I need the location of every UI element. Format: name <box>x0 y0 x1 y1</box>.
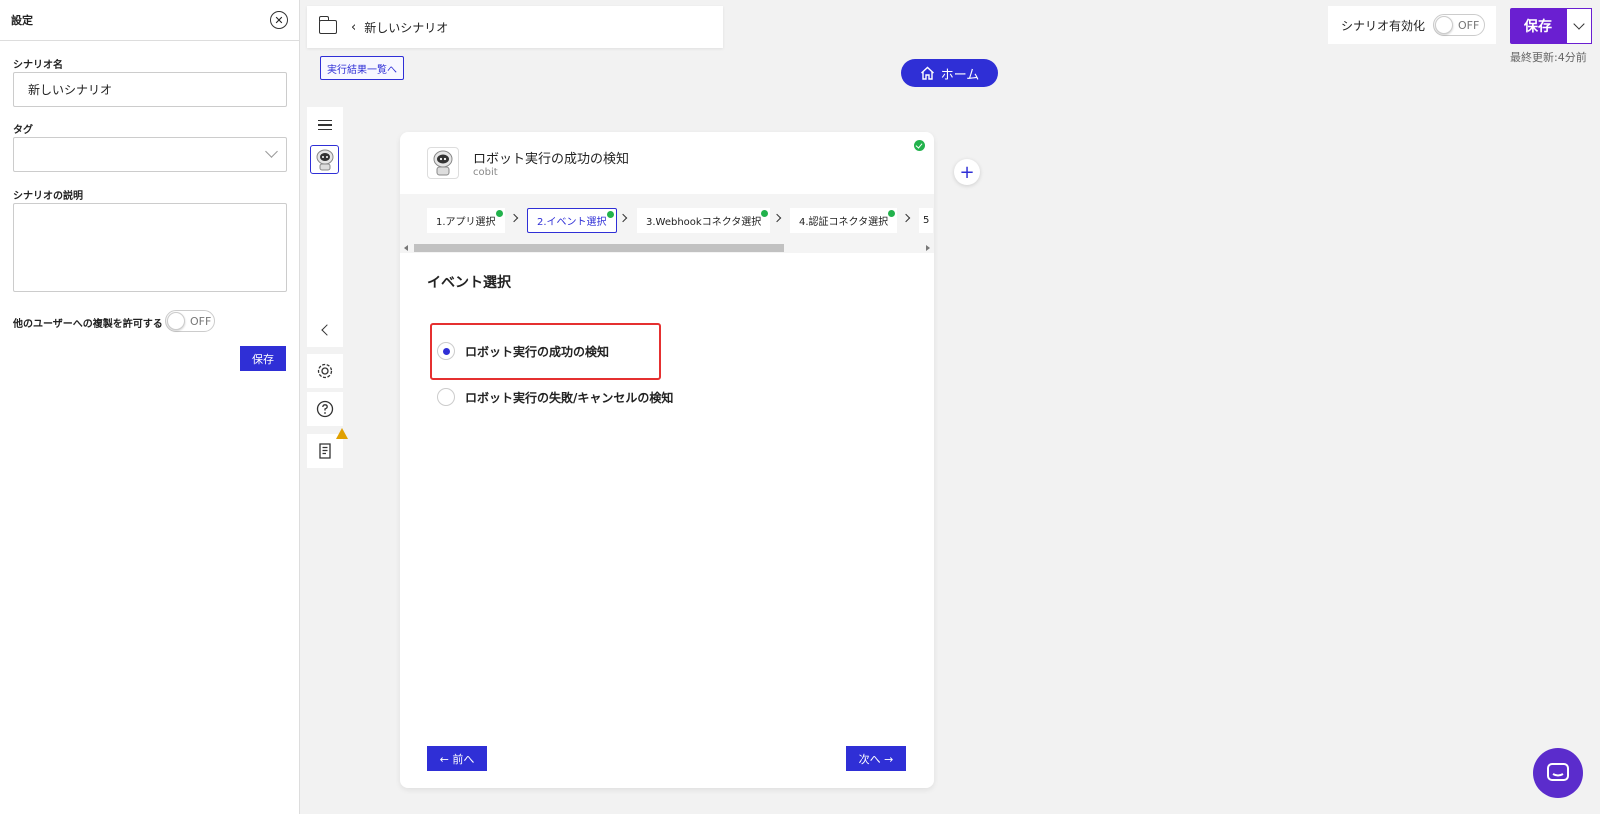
list-icon[interactable] <box>307 108 343 142</box>
toggle-knob <box>167 312 185 330</box>
toggle-state: OFF <box>190 314 212 328</box>
radio-selected[interactable] <box>437 342 455 360</box>
chevron-right-icon <box>509 213 519 223</box>
tab-step-5[interactable]: 5 <box>919 208 934 233</box>
gear-icon <box>317 363 333 379</box>
chevron-right-icon <box>901 213 911 223</box>
scenario-name-label: シナリオ名 <box>13 60 63 71</box>
tab-app-select[interactable]: 1.アプリ選択 <box>427 208 505 233</box>
radio-unselected[interactable] <box>437 388 455 406</box>
settings-save-button[interactable]: 保存 <box>240 346 286 371</box>
allow-duplicate-label: 他のユーザーへの複製を許可する <box>13 319 163 330</box>
save-options-dropdown[interactable] <box>1566 8 1592 44</box>
card-title: ロボット実行の成功の検知 <box>473 152 630 167</box>
close-icon[interactable]: ✕ <box>270 11 288 29</box>
tab-label: 4.認証コネクタ選択 <box>799 217 889 228</box>
results-list-link[interactable]: 実行結果一覧へ <box>320 56 404 80</box>
warning-icon <box>336 428 348 439</box>
home-icon <box>920 66 934 80</box>
settings-title: 設定 <box>11 14 33 27</box>
chevron-right-icon <box>618 213 628 223</box>
next-button[interactable]: 次へ → <box>846 746 906 771</box>
section-title: イベント選択 <box>427 275 511 291</box>
robot-icon <box>316 149 333 170</box>
prev-button[interactable]: ← 前へ <box>427 746 487 771</box>
enable-label: シナリオ有効化 <box>1341 18 1426 33</box>
enable-panel: シナリオ有効化 OFF <box>1328 6 1496 44</box>
enable-toggle[interactable]: OFF <box>1433 14 1486 36</box>
horizontal-scrollbar[interactable] <box>400 242 934 253</box>
last-updated: 最終更新:4分前 <box>1510 51 1587 64</box>
robot-icon <box>433 150 453 176</box>
log-icon <box>319 443 331 459</box>
toggle-knob <box>1435 16 1454 34</box>
help-button[interactable] <box>307 392 343 426</box>
breadcrumb: ‹ 新しいシナリオ <box>307 6 723 48</box>
collapse-button[interactable] <box>307 313 343 347</box>
tab-label: 5 <box>923 215 930 226</box>
scroll-thumb[interactable] <box>414 244 784 252</box>
save-button[interactable]: 保存 <box>1510 8 1566 44</box>
tag-select[interactable] <box>13 137 287 172</box>
tab-webhook-connector[interactable]: 3.Webhookコネクタ選択 <box>637 208 771 233</box>
check-icon <box>606 211 614 218</box>
tab-label: 1.アプリ選択 <box>436 217 496 228</box>
scenario-name-input[interactable]: 新しいシナリオ <box>13 72 287 107</box>
folder-icon[interactable] <box>318 16 337 34</box>
save-split-button: 保存 <box>1510 8 1592 44</box>
tab-label: 3.Webhookコネクタ選択 <box>646 217 762 228</box>
settings-button[interactable] <box>307 354 343 388</box>
card-header: ロボット実行の成功の検知 cobit <box>400 132 934 194</box>
step-tabs: 1.アプリ選択 2.イベント選択 3.Webhookコネクタ選択 4.認証コネク… <box>400 194 934 242</box>
vertical-toolbar <box>307 107 343 347</box>
chevron-down-icon <box>265 145 278 158</box>
description-label: シナリオの説明 <box>13 191 83 202</box>
allow-duplicate-toggle[interactable]: OFF <box>165 310 215 332</box>
chevron-left-icon <box>321 324 333 336</box>
tab-event-select[interactable]: 2.イベント選択 <box>527 208 617 233</box>
robot-step-thumbnail[interactable] <box>310 145 339 174</box>
description-textarea[interactable] <box>13 203 287 292</box>
breadcrumb-title: 新しいシナリオ <box>364 20 449 35</box>
chat-launcher[interactable] <box>1533 748 1583 798</box>
success-check-icon <box>914 140 925 151</box>
settings-panel: 設定 ✕ シナリオ名 新しいシナリオ タグ シナリオの説明 他のユーザーへの複製… <box>0 0 300 814</box>
help-icon <box>316 400 334 418</box>
card-subtitle: cobit <box>473 167 498 178</box>
chat-icon <box>1547 763 1569 781</box>
scroll-right-icon[interactable] <box>926 245 930 251</box>
option-label: ロボット実行の失敗/キャンセルの検知 <box>465 390 674 405</box>
add-step-button[interactable]: + <box>954 159 980 185</box>
option-label: ロボット実行の成功の検知 <box>465 344 610 359</box>
step-card: ロボット実行の成功の検知 cobit 1.アプリ選択 2.イベント選択 3.We… <box>400 132 934 788</box>
option-success[interactable]: ロボット実行の成功の検知 <box>437 342 609 360</box>
home-button[interactable]: ホーム <box>901 59 998 87</box>
tab-label: 2.イベント選択 <box>537 217 607 228</box>
settings-header: 設定 ✕ <box>0 0 299 41</box>
option-failure[interactable]: ロボット実行の失敗/キャンセルの検知 <box>437 388 673 406</box>
scroll-left-icon[interactable] <box>404 245 408 251</box>
tab-auth-connector[interactable]: 4.認証コネクタ選択 <box>790 208 898 233</box>
chevron-right-icon <box>772 213 782 223</box>
toggle-state: OFF <box>1458 18 1480 32</box>
tag-label: タグ <box>13 125 33 136</box>
chevron-left-icon[interactable]: ‹ <box>351 20 356 35</box>
chevron-down-icon <box>1573 18 1585 30</box>
app-avatar <box>427 147 459 179</box>
home-label: ホーム <box>940 67 980 83</box>
check-icon <box>761 210 769 217</box>
check-icon <box>495 210 503 217</box>
check-icon <box>888 210 896 217</box>
log-button[interactable] <box>307 434 343 468</box>
